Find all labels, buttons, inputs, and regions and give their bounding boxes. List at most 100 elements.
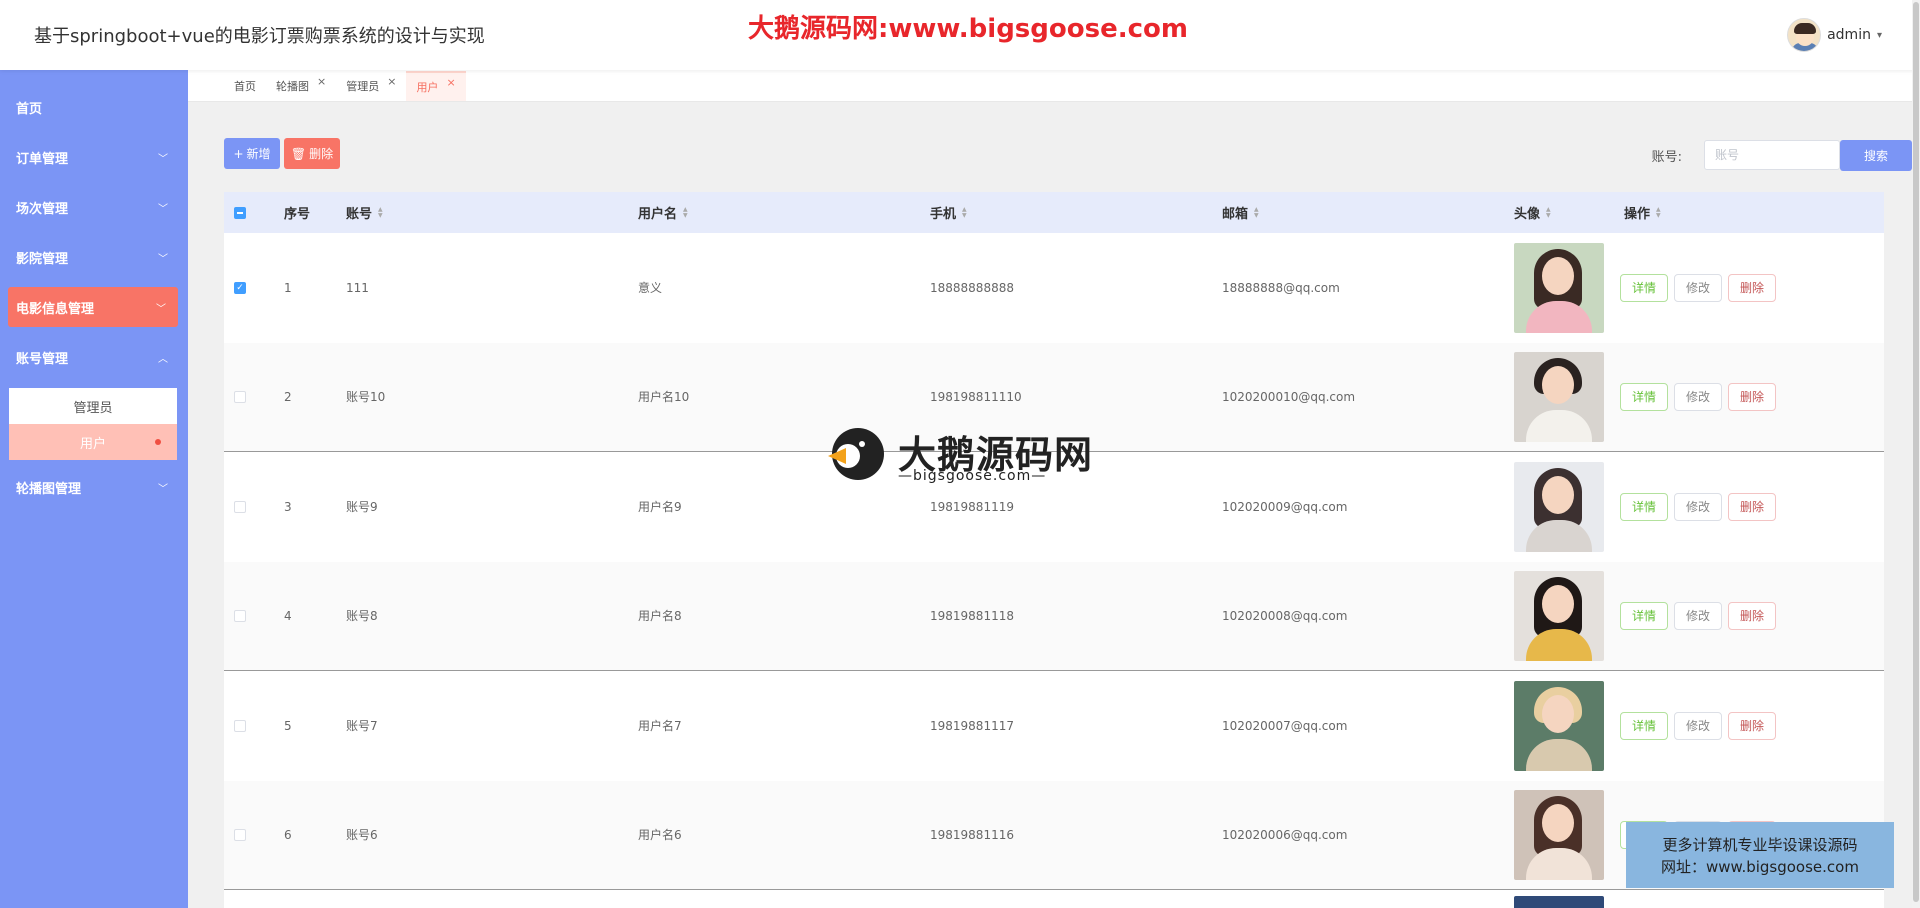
edit-button[interactable]: 修改 <box>1674 601 1722 630</box>
app-header: 基于springboot+vue的电影订票购票系统的设计与实现 大鹅源码网:ww… <box>0 0 1920 70</box>
column-header-actions[interactable]: 操作 ▲ ▼ <box>1624 203 1661 222</box>
cell-username: 用户名8 <box>638 609 682 624</box>
submenu-item-users[interactable]: 用户 <box>9 424 177 460</box>
cell-actions: 详情 修改 删除 <box>1620 273 1776 302</box>
user-menu[interactable]: admin ▾ <box>1787 18 1882 52</box>
table-row: ✓ 1 111 意义 18888888888 18888888@qq.com 详… <box>224 233 1884 343</box>
column-header-email[interactable]: 邮箱 ▲ ▼ <box>1222 203 1259 222</box>
cell-avatar <box>1514 680 1604 771</box>
delete-button[interactable]: 🗑 删除 <box>284 138 340 169</box>
chevron-down-icon: ﹀ <box>158 483 168 495</box>
chevron-down-icon: ﹀ <box>158 153 168 165</box>
remove-button[interactable]: 删除 <box>1728 601 1776 630</box>
close-icon[interactable]: × <box>387 75 396 88</box>
cell-username: 用户名7 <box>638 719 682 734</box>
cell-account: 账号7 <box>346 719 378 734</box>
tab-home[interactable]: 首页 <box>224 71 266 101</box>
remove-button[interactable]: 删除 <box>1728 382 1776 411</box>
column-header-phone[interactable]: 手机 ▲ ▼ <box>930 203 967 222</box>
edit-button[interactable]: 修改 <box>1674 711 1722 740</box>
cell-actions: 详情 修改 删除 <box>1620 711 1776 740</box>
row-checkbox[interactable] <box>234 828 246 841</box>
cell-avatar <box>1514 789 1604 880</box>
add-button[interactable]: + 新增 <box>224 138 280 169</box>
cell-avatar <box>1514 242 1604 333</box>
cell-email: 18888888@qq.com <box>1222 280 1340 295</box>
search-input[interactable] <box>1704 140 1840 170</box>
cell-no: 2 <box>284 389 292 404</box>
edit-button[interactable]: 修改 <box>1674 273 1722 302</box>
remove-button[interactable]: 删除 <box>1728 711 1776 740</box>
sidebar-item-label: 订单管理 <box>16 151 69 167</box>
active-dot-icon <box>155 439 161 445</box>
sort-icon: ▲ ▼ <box>683 205 688 219</box>
cell-phone: 19819881118 <box>930 608 1014 623</box>
search-button[interactable]: 搜索 <box>1840 140 1912 171</box>
column-header-avatar[interactable]: 头像 ▲ ▼ <box>1514 203 1551 222</box>
tab-label: 用户 <box>416 81 439 94</box>
column-header-account[interactable]: 账号 ▲ ▼ <box>346 203 383 222</box>
remove-button[interactable]: 删除 <box>1728 492 1776 521</box>
sort-icon: ▲ ▼ <box>1254 205 1259 219</box>
cell-account: 111 <box>346 280 369 295</box>
row-checkbox[interactable] <box>234 500 246 513</box>
cell-phone: 19819881116 <box>930 827 1014 842</box>
column-header-username[interactable]: 用户名 ▲ ▼ <box>638 203 688 222</box>
promo-watermark: 更多计算机专业毕设课设源码 网址：www.bigsgoose.com <box>1626 822 1894 888</box>
sidebar-item-label: 账号管理 <box>16 351 69 367</box>
detail-button[interactable]: 详情 <box>1620 273 1668 302</box>
detail-button[interactable]: 详情 <box>1620 492 1668 521</box>
cell-phone: 198198811110 <box>930 389 1022 404</box>
sidebar-item-accounts[interactable]: 账号管理 ︿ <box>0 337 188 377</box>
edit-button[interactable]: 修改 <box>1674 492 1722 521</box>
sidebar-item-sessions[interactable]: 场次管理 ﹀ <box>0 187 188 227</box>
row-checkbox[interactable]: ✓ <box>234 281 246 294</box>
cell-phone: 19819881117 <box>930 718 1014 733</box>
page-scrollbar[interactable] <box>1912 0 1920 908</box>
cell-avatar <box>1514 896 1604 908</box>
row-checkbox[interactable] <box>234 609 246 622</box>
sort-icon: ▲ ▼ <box>378 205 383 219</box>
cell-email: 102020008@qq.com <box>1222 608 1348 623</box>
tab-users[interactable]: 用户 × <box>406 71 466 101</box>
main-content: + 新增 🗑 删除 账号: 搜索 序号 账号▲▼ 用户名▲▼ 手机▲▼ 邮箱▲▼… <box>188 102 1920 908</box>
table-row: 4 账号8 用户名8 19819881118 102020008@qq.com … <box>224 561 1884 671</box>
avatar <box>1787 18 1822 52</box>
detail-button[interactable]: 详情 <box>1620 601 1668 630</box>
sort-icon: ▲ ▼ <box>1546 205 1551 219</box>
sidebar-item-cinemas[interactable]: 影院管理 ﹀ <box>0 237 188 277</box>
select-all-checkbox[interactable] <box>234 206 246 219</box>
close-icon[interactable]: × <box>317 75 326 88</box>
tab-carousel[interactable]: 轮播图 × <box>266 71 336 101</box>
edit-button[interactable]: 修改 <box>1674 382 1722 411</box>
user-photo <box>1514 242 1604 333</box>
row-checkbox[interactable] <box>234 390 246 403</box>
sidebar-item-orders[interactable]: 订单管理 ﹀ <box>0 137 188 177</box>
sidebar-item-movies[interactable]: 电影信息管理 ﹀ <box>8 287 178 327</box>
cell-avatar <box>1514 570 1604 661</box>
sidebar-item-label: 电影信息管理 <box>16 301 95 317</box>
submenu-item-label: 用户 <box>79 436 106 452</box>
detail-button[interactable]: 详情 <box>1620 382 1668 411</box>
submenu-item-admins[interactable]: 管理员 <box>9 388 177 424</box>
tab-label: 首页 <box>234 80 256 93</box>
cell-email: 102020007@qq.com <box>1222 718 1348 733</box>
sidebar-item-carousel[interactable]: 轮播图管理 ﹀ <box>0 467 188 507</box>
cell-no: 3 <box>284 499 292 514</box>
detail-button[interactable]: 详情 <box>1620 711 1668 740</box>
sort-icon: ▲ ▼ <box>1656 205 1661 219</box>
row-checkbox[interactable] <box>234 719 246 732</box>
remove-button[interactable]: 删除 <box>1728 273 1776 302</box>
cell-actions: 详情 修改 删除 <box>1620 382 1776 411</box>
close-icon[interactable]: × <box>446 76 455 89</box>
trash-icon: 🗑 <box>290 146 307 161</box>
sidebar-item-label: 影院管理 <box>16 251 69 267</box>
cell-username: 用户名6 <box>638 828 682 843</box>
table-row <box>224 890 1884 908</box>
sort-icon: ▲ ▼ <box>962 205 967 219</box>
system-title: 基于springboot+vue的电影订票购票系统的设计与实现 <box>34 26 485 47</box>
tab-label: 管理员 <box>346 80 380 93</box>
cell-account: 账号9 <box>346 500 378 515</box>
sidebar-item-home[interactable]: 首页 <box>0 87 188 127</box>
tab-admins[interactable]: 管理员 × <box>336 71 406 101</box>
